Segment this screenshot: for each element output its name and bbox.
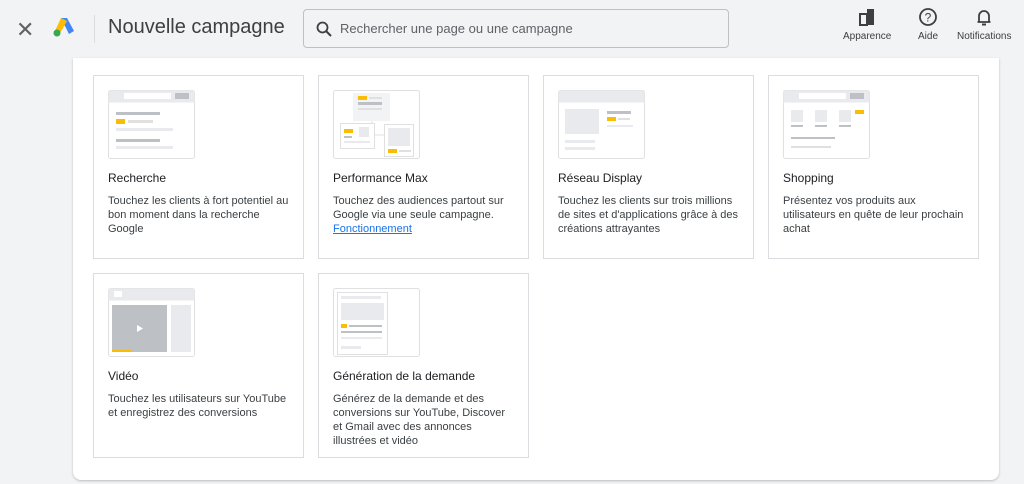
card-description: Touchez les clients à fort potentiel au … (108, 195, 289, 235)
search-icon (316, 21, 332, 37)
card-title: Performance Max (333, 171, 428, 185)
demand-gen-illustration (333, 288, 420, 357)
card-description: Touchez les clients sur trois millions d… (558, 195, 739, 235)
video-illustration (108, 288, 195, 357)
card-title: Recherche (108, 171, 167, 185)
notifications-label: Notifications (957, 31, 1012, 42)
google-ads-logo (53, 18, 74, 37)
search-placeholder: Rechercher une page ou une campagne (340, 21, 573, 36)
display-illustration (558, 90, 645, 159)
help-label: Aide (918, 31, 939, 42)
campaign-card-display[interactable]: Réseau Display Touchez les clients sur t… (543, 75, 754, 259)
card-title: Génération de la demande (333, 369, 476, 383)
appearance-button[interactable]: Apparence (843, 7, 891, 42)
close-icon[interactable]: ✕ (16, 17, 34, 43)
campaign-card-video[interactable]: Vidéo Touchez les utilisateurs sur YouTu… (93, 273, 304, 458)
card-description-text: Touchez des audiences partout sur Google… (333, 195, 504, 221)
divider (94, 15, 95, 43)
notifications-button[interactable]: Notifications (957, 7, 1011, 42)
learn-more-link[interactable]: Fonctionnement (333, 223, 412, 235)
bell-icon (977, 10, 991, 26)
card-title: Vidéo (108, 369, 139, 383)
campaign-card-search[interactable]: Recherche Touchez les clients à fort pot… (93, 75, 304, 259)
shopping-illustration (783, 90, 870, 159)
card-description: Présentez vos produits aux utilisateurs … (783, 195, 964, 235)
help-button[interactable]: ? Aide (918, 7, 938, 42)
performance-max-illustration (333, 90, 420, 159)
appearance-icon (859, 9, 875, 26)
search-illustration (108, 90, 195, 159)
card-description: Touchez des audiences partout sur Google… (333, 194, 514, 236)
search-input[interactable]: Rechercher une page ou une campagne (303, 9, 729, 48)
campaign-card-demand-gen[interactable]: Génération de la demande Générez de la d… (318, 273, 529, 458)
card-description: Générez de la demande et des conversions… (333, 393, 506, 447)
card-title: Réseau Display (558, 171, 643, 185)
page-title: Nouvelle campagne (108, 16, 285, 38)
campaign-card-performance-max[interactable]: Performance Max Touchez des audiences pa… (318, 75, 529, 259)
card-title: Shopping (783, 171, 834, 185)
help-icon: ? (919, 8, 937, 26)
top-bar: ✕ Nouvelle campagne Rechercher une page … (0, 0, 1024, 58)
appearance-label: Apparence (843, 31, 892, 42)
campaign-card-shopping[interactable]: Shopping Présentez vos produits aux util… (768, 75, 979, 259)
card-description: Touchez les utilisateurs sur YouTube et … (108, 393, 287, 419)
svg-text:?: ? (925, 11, 932, 25)
